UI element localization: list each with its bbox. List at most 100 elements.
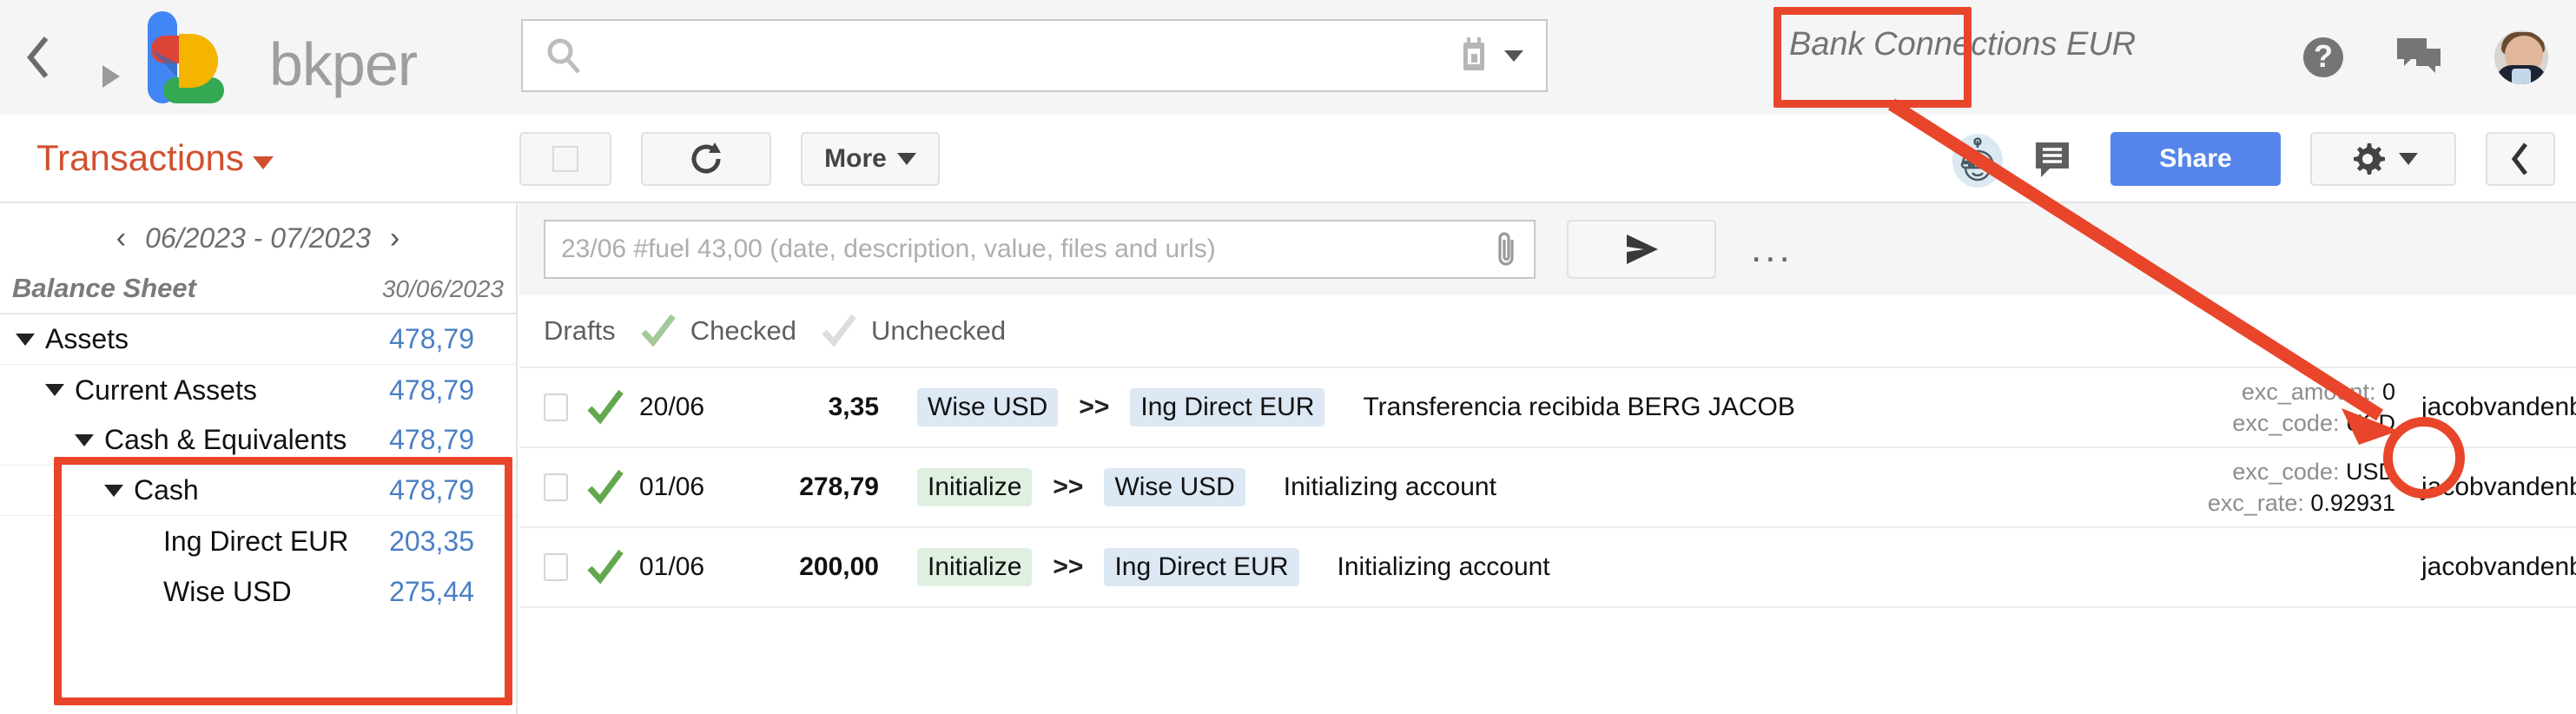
transaction-row[interactable]: 01/06 278,79 Initialize >> Wise USD Initializ… — [519, 448, 2576, 528]
send-button[interactable] — [1567, 220, 1716, 279]
calendar-date-icon[interactable] — [1459, 36, 1489, 75]
select-all-button[interactable] — [519, 132, 611, 186]
gear-icon — [2354, 143, 2385, 175]
compose-input-wrapper[interactable] — [544, 220, 1536, 279]
compose-input[interactable] — [545, 235, 1494, 264]
filter-label: Checked — [690, 315, 797, 346]
next-period-button[interactable]: › — [390, 221, 400, 255]
chevron-down-icon — [2399, 153, 2418, 165]
from-account-chip[interactable]: Initialize — [917, 468, 1033, 506]
tree-row[interactable]: Cash & Equivalents 478,79 — [0, 415, 516, 466]
check-icon — [641, 314, 676, 347]
send-icon — [1627, 235, 1658, 264]
brand-logo[interactable]: bkper — [102, 10, 418, 105]
property-key: exc_amount: — [2241, 378, 2376, 405]
transaction-row[interactable]: 20/06 3,35 Wise USD >> Ing Direct EUR Transfe… — [519, 368, 2576, 448]
checked-status-icon[interactable] — [582, 548, 629, 586]
chevron-down-icon[interactable] — [16, 333, 35, 346]
avatar-shirt — [2512, 69, 2531, 84]
checked-status-icon[interactable] — [582, 468, 629, 506]
transaction-amount: 200,00 — [799, 552, 879, 581]
filter-drafts[interactable]: Drafts — [544, 315, 616, 347]
to-account-chip[interactable]: Ing Direct EUR — [1104, 548, 1299, 586]
tree-row[interactable]: Ing Direct EUR 203,35 — [0, 516, 516, 566]
page-title-label: Transactions — [36, 137, 244, 178]
bot-icon[interactable] — [1952, 134, 2003, 188]
more-label: More — [824, 144, 887, 173]
tree-label: Assets — [45, 323, 129, 354]
to-account-chip[interactable]: Ing Direct EUR — [1130, 388, 1325, 426]
transaction-description: Transferencia recibida BERG JACOB — [1363, 393, 1795, 421]
collapse-panel-button[interactable] — [2486, 132, 2555, 186]
search-input[interactable] — [598, 38, 1459, 73]
refresh-button[interactable] — [641, 132, 771, 186]
chevron-down-icon — [252, 155, 274, 169]
refresh-icon — [691, 142, 721, 174]
tree-label: Wise USD — [163, 575, 292, 607]
date-dropdown-caret-icon[interactable] — [1504, 50, 1523, 62]
filter-label: Unchecked — [871, 315, 1007, 346]
tree-value: 275,44 — [389, 575, 474, 607]
tree-value: 478,79 — [389, 323, 474, 354]
transaction-user: jacobvandenberg3 — [2421, 473, 2576, 501]
tree-label: Ing Direct EUR — [163, 525, 349, 557]
compose-bar: ... — [519, 203, 2576, 295]
row-checkbox[interactable] — [544, 473, 568, 501]
transfer-arrow-icon: >> — [1079, 393, 1110, 421]
period-navigator: ‹ 06/2023 - 07/2023 › — [0, 203, 516, 273]
prev-period-button[interactable]: ‹ — [116, 221, 126, 255]
from-account-chip[interactable]: Initialize — [917, 548, 1033, 586]
book-title[interactable]: Bank Connections EUR — [1789, 26, 2136, 63]
tree-value: 478,79 — [389, 474, 474, 506]
transaction-row[interactable]: 01/06 200,00 Initialize >> Ing Direct EUR Ini… — [519, 528, 2576, 608]
back-button[interactable] — [0, 33, 78, 82]
to-account-chip[interactable]: Wise USD — [1104, 468, 1245, 506]
more-button[interactable]: More — [801, 132, 940, 186]
row-checkbox[interactable] — [544, 393, 568, 421]
transaction-date: 20/06 — [639, 393, 705, 421]
search-icon — [545, 37, 582, 74]
balance-sheet-header: Balance Sheet 30/06/2023 — [0, 273, 516, 314]
note-icon[interactable] — [2032, 141, 2077, 188]
tree-row[interactable]: Wise USD 275,44 — [0, 566, 516, 617]
tree-row[interactable]: Cash 478,79 — [0, 466, 516, 516]
share-button[interactable]: Share — [2110, 132, 2281, 186]
avatar[interactable] — [2494, 30, 2548, 84]
property-line: exc_rate: 0.92931 — [1978, 487, 2395, 519]
filter-checked[interactable]: Checked — [638, 313, 796, 349]
chevron-left-icon — [2511, 142, 2527, 175]
property-value: USD — [2345, 410, 2395, 436]
paperclip-icon[interactable] — [1494, 229, 1520, 269]
row-checkbox[interactable] — [544, 553, 568, 581]
transaction-user: jacobvandenberg3 — [2421, 552, 2576, 581]
tree-label: Current Assets — [75, 374, 257, 406]
bkper-app: bkper Bank Connections EUR ? Transaction… — [0, 0, 2576, 714]
chevron-down-icon[interactable] — [45, 384, 64, 396]
tree-row[interactable]: Current Assets 478,79 — [0, 365, 516, 415]
transaction-properties: exc_amount: 0 exc_code: USD — [1978, 376, 2395, 439]
tree-label: Cash & Equivalents — [104, 424, 347, 455]
property-key: exc_code: — [2232, 410, 2340, 436]
brand-wordmark: bkper — [269, 30, 418, 98]
transfer-arrow-icon: >> — [1053, 473, 1084, 501]
tree-row[interactable]: Assets 478,79 — [0, 314, 516, 365]
tree-value: 203,35 — [389, 525, 474, 557]
transaction-date: 01/06 — [639, 552, 705, 581]
transaction-date: 01/06 — [639, 473, 705, 501]
chevron-down-icon[interactable] — [75, 433, 94, 446]
compose-more-button[interactable]: ... — [1751, 229, 1793, 268]
help-icon[interactable]: ? — [2303, 37, 2343, 77]
topbar-icon-group: ? — [2303, 0, 2548, 115]
page-title[interactable]: Transactions — [36, 137, 274, 179]
property-line: exc_code: USD — [1978, 456, 2395, 487]
forum-icon[interactable] — [2395, 36, 2442, 78]
settings-button[interactable] — [2310, 132, 2456, 186]
chevron-down-icon[interactable] — [104, 484, 123, 497]
transaction-list: 20/06 3,35 Wise USD >> Ing Direct EUR Transfe… — [519, 368, 2576, 608]
bkper-logo-mark — [129, 10, 259, 105]
checked-status-icon[interactable] — [582, 388, 629, 426]
search-box[interactable] — [521, 19, 1548, 92]
from-account-chip[interactable]: Wise USD — [917, 388, 1059, 426]
filter-unchecked[interactable]: Unchecked — [819, 313, 1006, 349]
transfer-arrow-icon: >> — [1053, 552, 1084, 581]
